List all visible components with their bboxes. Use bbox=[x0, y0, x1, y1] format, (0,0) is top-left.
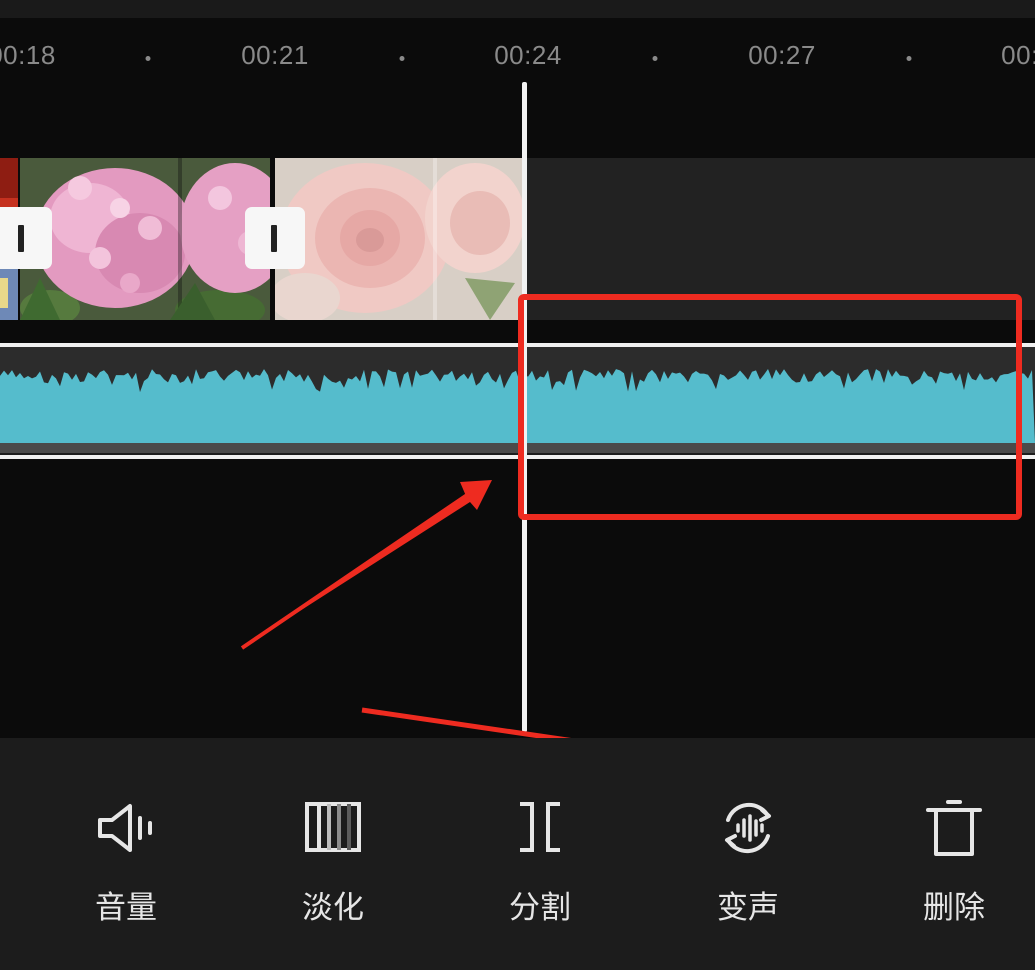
delete-icon bbox=[924, 798, 984, 858]
ruler-tick-label: 00:21 bbox=[241, 40, 309, 70]
annotation-highlight-audio-segment bbox=[518, 294, 1022, 520]
ruler-tick-label: 00:27 bbox=[748, 40, 816, 70]
ruler-dot bbox=[652, 56, 658, 61]
volume-icon bbox=[96, 798, 156, 858]
fade-label: 淡化 bbox=[302, 890, 364, 925]
annotation-arrow-up bbox=[242, 480, 492, 648]
volume-button[interactable]: 音量 bbox=[66, 798, 186, 928]
time-ruler[interactable]: 00:18 00:21 00:24 00:27 00: bbox=[0, 18, 1035, 88]
voice-change-label: 变声 bbox=[717, 890, 779, 925]
ruler-dot bbox=[906, 56, 912, 61]
transition-button[interactable] bbox=[245, 207, 305, 269]
ruler-tick-label: 00:18 bbox=[0, 40, 56, 70]
bottom-toolbar: 音量 淡化 分割 变声 删除 bbox=[0, 738, 1035, 970]
delete-button[interactable]: 删除 bbox=[894, 798, 1014, 928]
ruler-tick-label: 00:24 bbox=[494, 40, 562, 70]
split-button[interactable]: 分割 bbox=[480, 798, 600, 928]
fade-button[interactable]: 淡化 bbox=[273, 798, 393, 928]
split-icon bbox=[510, 798, 570, 858]
voice-change-button[interactable]: 变声 bbox=[688, 798, 808, 928]
ruler-dot bbox=[399, 56, 405, 61]
video-clip-hydrangea[interactable] bbox=[20, 158, 270, 320]
top-bar bbox=[0, 0, 1035, 18]
ruler-tick-label: 00: bbox=[1001, 40, 1035, 70]
ruler-dot bbox=[145, 56, 151, 61]
volume-label: 音量 bbox=[95, 890, 157, 925]
delete-label: 删除 bbox=[923, 890, 985, 925]
voice-change-icon bbox=[718, 798, 778, 858]
fade-icon bbox=[303, 798, 363, 858]
transition-button[interactable] bbox=[0, 207, 52, 269]
split-label: 分割 bbox=[509, 890, 571, 925]
video-clip-rose[interactable] bbox=[275, 158, 522, 320]
